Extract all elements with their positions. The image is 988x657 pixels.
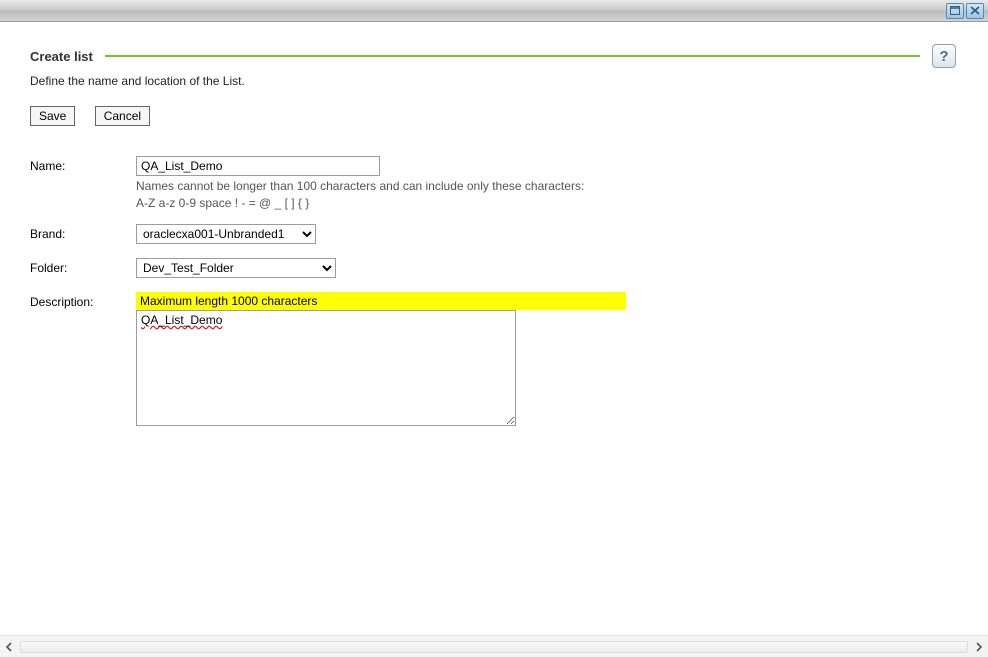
description-limit-notice: Maximum length 1000 characters (136, 292, 626, 310)
name-label: Name: (30, 156, 136, 224)
save-button[interactable]: Save (30, 106, 75, 126)
cancel-button[interactable]: Cancel (95, 106, 150, 126)
page-subtitle: Define the name and location of the List… (30, 74, 956, 88)
name-hint-line1: Names cannot be longer than 100 characte… (136, 179, 626, 193)
scroll-left-icon[interactable] (0, 638, 18, 656)
close-button[interactable] (966, 3, 984, 19)
close-icon (970, 6, 980, 15)
scrollbar-track[interactable] (20, 641, 968, 653)
brand-label: Brand: (30, 224, 136, 258)
brand-select[interactable]: oraclecxa001-Unbranded1 (136, 224, 316, 244)
folder-label: Folder: (30, 258, 136, 292)
help-button[interactable]: ? (932, 44, 956, 68)
maximize-icon (950, 6, 960, 15)
name-field[interactable] (136, 156, 380, 176)
window-titlebar (0, 0, 988, 22)
name-hint-line2: A-Z a-z 0-9 space ! - = @ _ [ ] { } (136, 196, 626, 210)
maximize-button[interactable] (946, 3, 964, 19)
horizontal-scrollbar[interactable] (0, 635, 988, 657)
page-title: Create list (30, 49, 93, 64)
help-icon: ? (939, 49, 948, 64)
folder-select[interactable]: Dev_Test_Folder (136, 258, 336, 278)
scroll-right-icon[interactable] (970, 638, 988, 656)
description-label: Description: (30, 292, 136, 440)
main-panel: Create list ? Define the name and locati… (14, 28, 974, 627)
title-rule (105, 55, 920, 57)
description-field[interactable]: QA_List_Demo (136, 310, 516, 426)
